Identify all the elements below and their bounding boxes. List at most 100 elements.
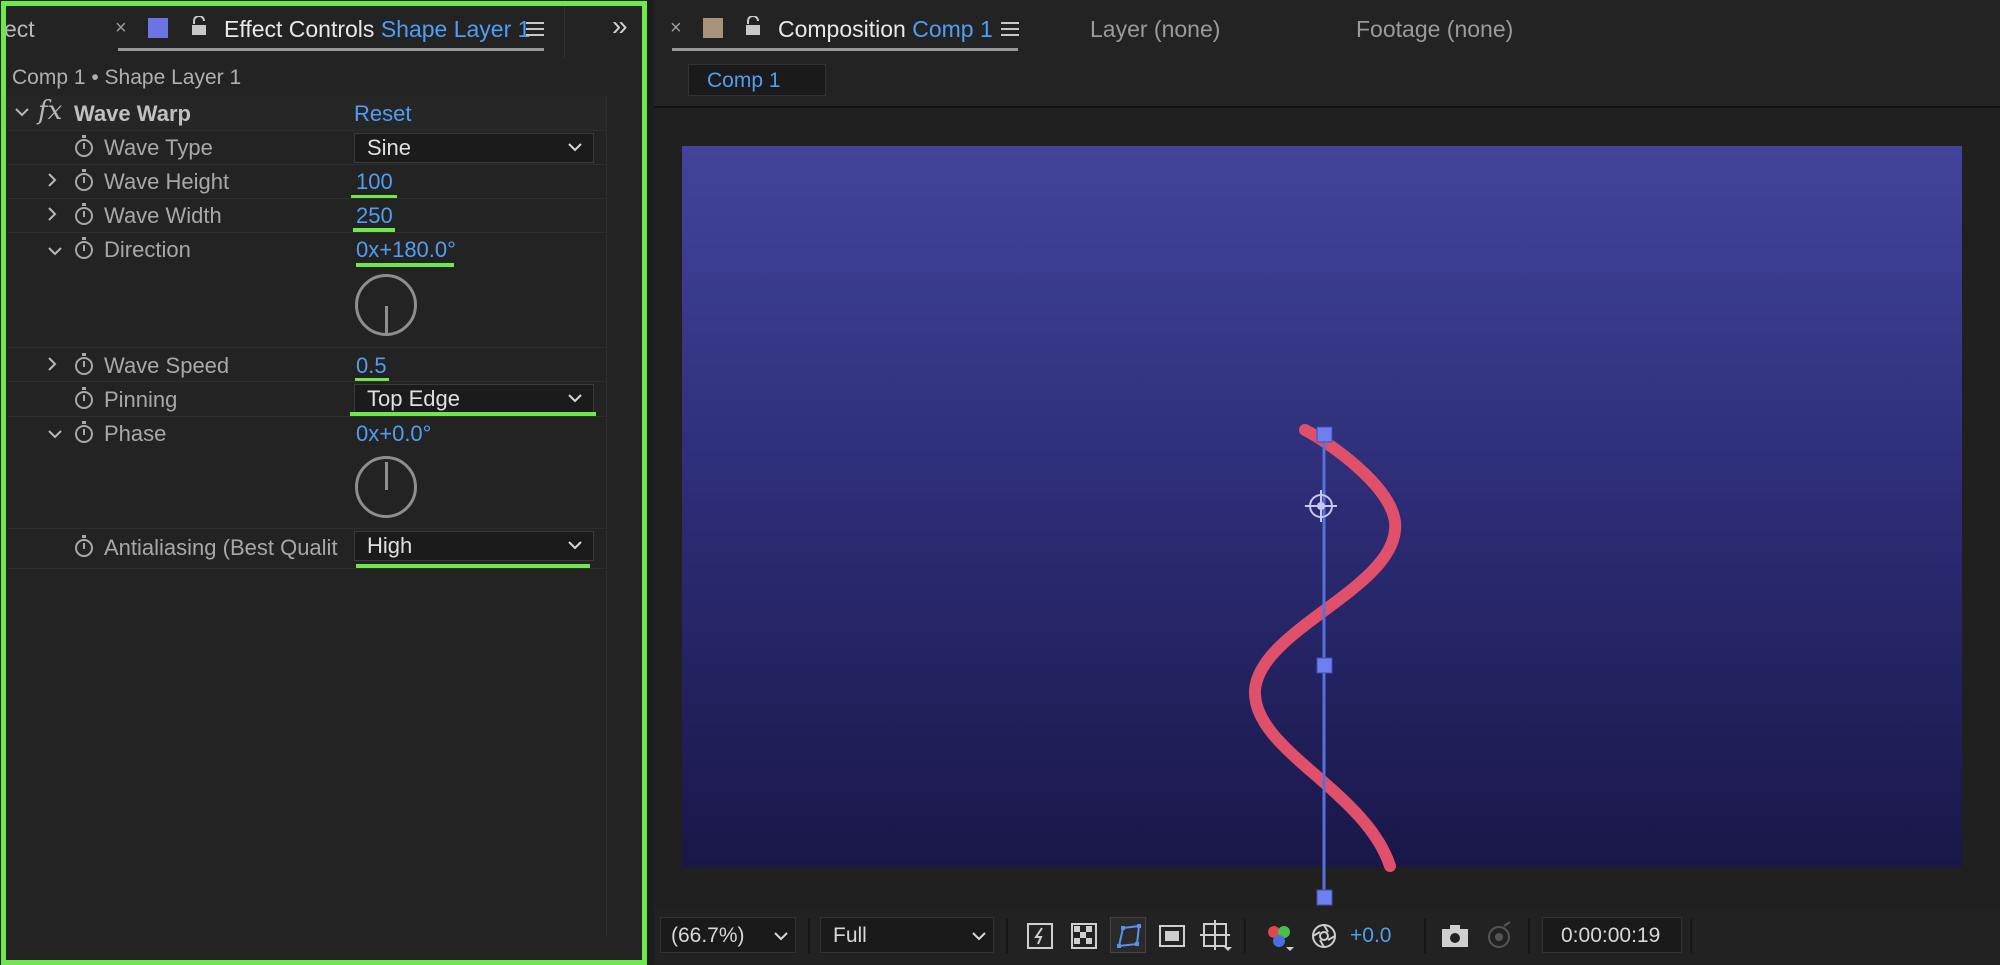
panel-menu-icon[interactable] xyxy=(1001,22,1019,36)
chevron-down-icon xyxy=(568,541,582,550)
snapshot-camera-icon[interactable] xyxy=(1440,922,1470,955)
grid-guides-icon[interactable] xyxy=(1200,920,1232,957)
vertex-handle-top xyxy=(1316,426,1333,443)
row-divider xyxy=(8,381,606,382)
chevron-down-icon xyxy=(774,932,788,941)
comp-color-swatch xyxy=(703,18,723,38)
collapse-chevron-icon[interactable] xyxy=(47,427,63,445)
row-divider xyxy=(8,198,606,199)
panel-menu-icon[interactable] xyxy=(526,22,544,36)
region-of-interest-icon[interactable] xyxy=(1158,922,1186,955)
vertex-handle-middle xyxy=(1316,657,1333,674)
row-divider xyxy=(8,416,606,417)
wave-width-value[interactable]: 250 xyxy=(356,203,393,229)
channel-icon[interactable] xyxy=(1264,922,1294,957)
stopwatch-icon[interactable] xyxy=(75,135,93,157)
pinning-value: Top Edge xyxy=(367,386,460,411)
close-tab-icon[interactable]: × xyxy=(670,17,682,40)
wave-speed-value[interactable]: 0.5 xyxy=(356,353,387,379)
lock-icon[interactable] xyxy=(744,15,762,41)
effect-name: Wave Warp xyxy=(74,101,191,126)
direction-label: Direction xyxy=(104,237,191,262)
row-divider xyxy=(8,164,606,165)
scrollbar-track[interactable] xyxy=(606,96,607,936)
toolbar-separator xyxy=(1690,919,1692,953)
fx-icon[interactable]: fx xyxy=(38,96,62,126)
more-tabs-icon[interactable]: » xyxy=(612,10,628,42)
magnification-dropdown[interactable]: (66.7%) xyxy=(660,917,796,953)
reset-link[interactable]: Reset xyxy=(354,101,411,127)
breadcrumb: Comp 1 • Shape Layer 1 xyxy=(12,66,242,89)
wave-height-value[interactable]: 100 xyxy=(356,169,393,195)
antialiasing-value: High xyxy=(367,533,413,558)
wave-width-label: Wave Width xyxy=(104,203,222,228)
highlight-underline xyxy=(356,263,454,267)
row-divider xyxy=(8,130,606,131)
wave-height-label: Wave Height xyxy=(104,169,230,194)
wave-type-value: Sine xyxy=(367,135,412,160)
toolbar-separator xyxy=(1528,919,1530,953)
show-snapshot-icon[interactable] xyxy=(1484,920,1514,955)
chevron-down-icon xyxy=(568,143,582,152)
chevron-down-icon xyxy=(568,394,582,403)
mask-path-visibility-icon[interactable] xyxy=(1110,917,1146,953)
wave-type-dropdown[interactable]: Sine xyxy=(354,133,594,163)
anchor-point-icon xyxy=(1305,490,1337,522)
active-tab-underline xyxy=(672,48,1018,51)
comp-subtab-label: Comp 1 xyxy=(707,69,781,92)
tab-layer-name: Shape Layer 1 xyxy=(380,16,531,42)
expand-chevron-icon[interactable] xyxy=(46,206,58,227)
stopwatch-icon[interactable] xyxy=(75,169,93,191)
stopwatch-icon[interactable] xyxy=(75,421,93,443)
vertex-handle-bottom xyxy=(1316,889,1333,906)
row-divider xyxy=(8,528,606,529)
comp-tab-label: Composition xyxy=(778,16,906,42)
phase-angle-dial[interactable] xyxy=(355,456,417,518)
timecode-value: 0:00:00:19 xyxy=(1561,924,1661,947)
collapse-chevron-icon[interactable] xyxy=(47,244,63,262)
toolbar-separator xyxy=(1006,919,1008,953)
color-management-icon[interactable] xyxy=(1310,922,1338,955)
active-tab-underline xyxy=(118,48,544,51)
antialiasing-label: Antialiasing (Best Qualit xyxy=(104,535,338,560)
previous-tab-label[interactable]: ect xyxy=(4,16,35,43)
antialiasing-dropdown[interactable]: High xyxy=(354,531,594,561)
zoom-value: (66.7%) xyxy=(671,924,745,947)
transparency-grid-icon[interactable] xyxy=(1070,922,1098,955)
chevron-down-icon xyxy=(972,932,986,941)
tab-divider xyxy=(564,0,565,58)
stopwatch-icon[interactable] xyxy=(75,535,93,557)
collapse-effect-chevron-icon[interactable] xyxy=(14,102,30,123)
resolution-dropdown[interactable]: Full xyxy=(820,917,994,953)
direction-value[interactable]: 0x+180.0° xyxy=(356,237,456,263)
fast-previews-icon[interactable] xyxy=(1026,922,1054,955)
lock-icon[interactable] xyxy=(190,15,208,41)
toolbar-separator xyxy=(1244,919,1246,953)
tab-title: Effect Controls xyxy=(224,16,375,42)
current-time-field[interactable]: 0:00:00:19 xyxy=(1542,917,1682,953)
expand-chevron-icon[interactable] xyxy=(46,172,58,193)
layer-tab[interactable]: Layer (none) xyxy=(1090,16,1220,43)
wave-speed-label: Wave Speed xyxy=(104,353,230,378)
shape-layer-overlay[interactable] xyxy=(654,108,2000,910)
stopwatch-icon[interactable] xyxy=(75,387,93,409)
close-tab-icon[interactable]: × xyxy=(115,17,127,40)
pinning-dropdown[interactable]: Top Edge xyxy=(354,384,594,414)
effect-controls-tab-title[interactable]: Effect Controls Shape Layer 1 xyxy=(224,16,530,43)
stopwatch-icon[interactable] xyxy=(75,237,93,259)
footage-tab[interactable]: Footage (none) xyxy=(1356,16,1513,43)
direction-angle-dial[interactable] xyxy=(355,274,417,336)
expand-chevron-icon[interactable] xyxy=(46,356,58,377)
comp-tab-name: Comp 1 xyxy=(912,16,993,42)
toolbar-separator xyxy=(1424,919,1426,953)
phase-label: Phase xyxy=(104,421,167,446)
layer-color-swatch xyxy=(148,18,168,38)
row-divider xyxy=(8,347,606,348)
row-divider xyxy=(8,232,606,233)
exposure-value[interactable]: +0.0 xyxy=(1350,924,1391,948)
phase-value[interactable]: 0x+0.0° xyxy=(356,421,431,447)
comp-subtab[interactable]: Comp 1 xyxy=(688,64,826,96)
stopwatch-icon[interactable] xyxy=(75,203,93,225)
stopwatch-icon[interactable] xyxy=(75,353,93,375)
composition-tab-title[interactable]: Composition Comp 1 xyxy=(778,16,993,43)
